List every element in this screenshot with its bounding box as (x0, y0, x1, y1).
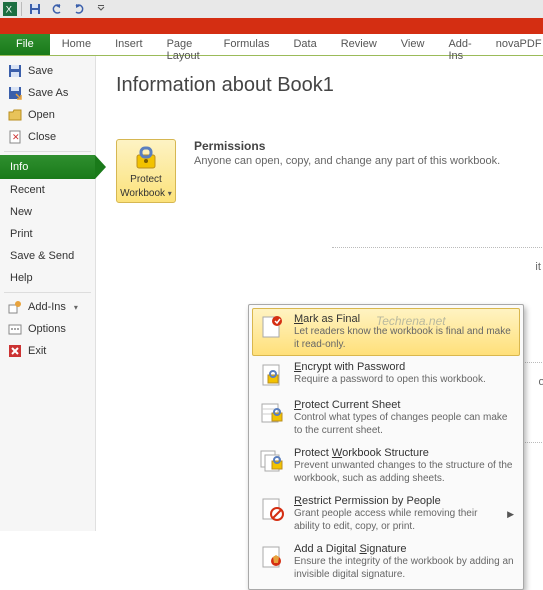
ribbon-tab-insert[interactable]: Insert (103, 34, 155, 55)
options-icon (8, 322, 22, 336)
backstage-main: Information about Book1 Protect Workbook… (96, 56, 543, 531)
dropdown-item-protect-structure[interactable]: Protect Workbook Structure Prevent unwan… (252, 442, 520, 490)
permissions-description: Anyone can open, copy, and change any pa… (194, 155, 500, 167)
sidebar-save-as[interactable]: Save As (0, 82, 95, 104)
protect-sheet-icon (258, 399, 286, 427)
qat-separator (21, 2, 22, 16)
sidebar-addins[interactable]: Add-Ins ▾ (0, 296, 95, 318)
restrict-permission-icon (258, 495, 286, 523)
quick-access-toolbar: X (3, 1, 110, 17)
sidebar-save[interactable]: Save (0, 60, 95, 82)
save-as-icon (8, 86, 22, 100)
ribbon-tabs: File Home Insert Page Layout Formulas Da… (0, 34, 543, 56)
sidebar-label: Close (28, 131, 56, 143)
sidebar-label: Options (28, 323, 66, 335)
sidebar-open[interactable]: Open (0, 104, 95, 126)
dropdown-arrow-icon: ▾ (74, 303, 78, 312)
protect-workbook-dropdown: Mark as Final Let readers know the workb… (248, 304, 524, 590)
dropdown-arrow-icon: ▾ (168, 189, 172, 198)
sidebar-separator (4, 151, 91, 152)
dropdown-item-title: Restrict Permission by People (294, 495, 499, 507)
protect-label-2: Workbook ▾ (120, 188, 172, 199)
page-title: Information about Book1 (116, 74, 523, 97)
dropdown-item-desc: Prevent unwanted changes to the structur… (294, 460, 514, 485)
ribbon-tab-review[interactable]: Review (329, 34, 389, 55)
dropdown-item-title: Encrypt with Password (294, 361, 514, 373)
protect-workbook-icon (132, 143, 160, 171)
window-accent-bar (0, 18, 543, 34)
dropdown-item-desc: Ensure the integrity of the workbook by … (294, 556, 514, 581)
sidebar-new[interactable]: New (0, 201, 95, 223)
addins-icon (8, 300, 22, 314)
dropdown-item-title: Add a Digital Signature (294, 543, 514, 555)
dropdown-item-desc: Grant people access while removing their… (294, 508, 499, 533)
permissions-text: Permissions Anyone can open, copy, and c… (194, 139, 500, 203)
excel-app-icon: X (3, 2, 17, 16)
dropdown-item-title: Protect Current Sheet (294, 399, 514, 411)
sidebar-exit[interactable]: Exit (0, 340, 95, 362)
sidebar-label: Save As (28, 87, 68, 99)
dropdown-item-desc: Let readers know the workbook is final a… (294, 326, 514, 351)
open-icon (8, 108, 22, 122)
qat-save-button[interactable] (26, 1, 44, 17)
ribbon-tab-home[interactable]: Home (50, 34, 103, 55)
sidebar-separator (4, 292, 91, 293)
ribbon-tab-file[interactable]: File (0, 34, 50, 55)
ribbon-tab-formulas[interactable]: Formulas (212, 34, 282, 55)
dropdown-item-digital-signature[interactable]: Add a Digital Signature Ensure the integ… (252, 538, 520, 586)
ribbon-tab-view[interactable]: View (389, 34, 437, 55)
protect-label-1: Protect (130, 174, 162, 185)
close-icon: ✕ (8, 130, 22, 144)
sidebar-print[interactable]: Print (0, 223, 95, 245)
ribbon-tab-data[interactable]: Data (281, 34, 328, 55)
sidebar-info[interactable]: Info (0, 155, 95, 179)
encrypt-icon (258, 361, 286, 389)
dropdown-item-desc: Require a password to open this workbook… (294, 374, 514, 387)
dropdown-item-desc: Control what types of changes people can… (294, 412, 514, 437)
dropdown-item-title: Mark as Final (294, 313, 514, 325)
save-icon (8, 64, 22, 78)
dropdown-item-mark-as-final[interactable]: Mark as Final Let readers know the workb… (252, 308, 520, 356)
digital-signature-icon (258, 543, 286, 571)
protect-workbook-button[interactable]: Protect Workbook ▾ (116, 139, 176, 203)
sidebar-label: Exit (28, 345, 46, 357)
backstage-sidebar: Save Save As Open ✕ Close Info Recent Ne… (0, 56, 96, 531)
backstage-workspace: Save Save As Open ✕ Close Info Recent Ne… (0, 56, 543, 531)
qat-customize-button[interactable] (92, 1, 110, 17)
ribbon-tab-novapdf[interactable]: novaPDF (484, 34, 543, 55)
sidebar-options[interactable]: Options (0, 318, 95, 340)
dropdown-item-protect-sheet[interactable]: Protect Current Sheet Control what types… (252, 394, 520, 442)
sidebar-label: Save (28, 65, 53, 77)
sidebar-label: Open (28, 109, 55, 121)
title-bar: X (0, 0, 543, 18)
qat-undo-button[interactable] (48, 1, 66, 17)
permissions-heading: Permissions (194, 139, 265, 153)
protect-structure-icon (258, 447, 286, 475)
permissions-section: Protect Workbook ▾ Permissions Anyone ca… (116, 139, 523, 203)
sidebar-help[interactable]: Help (0, 267, 95, 289)
qat-redo-button[interactable] (70, 1, 88, 17)
dropdown-item-encrypt-password[interactable]: Encrypt with Password Require a password… (252, 356, 520, 394)
svg-text:✕: ✕ (12, 132, 20, 142)
sidebar-recent[interactable]: Recent (0, 179, 95, 201)
sidebar-close[interactable]: ✕ Close (0, 126, 95, 148)
ribbon-tab-addins[interactable]: Add-Ins (436, 34, 483, 55)
exit-icon (8, 344, 22, 358)
sidebar-label: Info (10, 161, 28, 173)
dropdown-item-title: Protect Workbook Structure (294, 447, 514, 459)
ribbon-tab-page-layout[interactable]: Page Layout (155, 34, 212, 55)
dropdown-item-restrict-permission[interactable]: Restrict Permission by People Grant peop… (252, 490, 520, 538)
sidebar-label: Add-Ins (28, 301, 66, 313)
submenu-arrow-icon: ▶ (507, 509, 514, 520)
svg-text:X: X (6, 5, 13, 16)
mark-final-icon (258, 313, 286, 341)
sidebar-save-send[interactable]: Save & Send (0, 245, 95, 267)
